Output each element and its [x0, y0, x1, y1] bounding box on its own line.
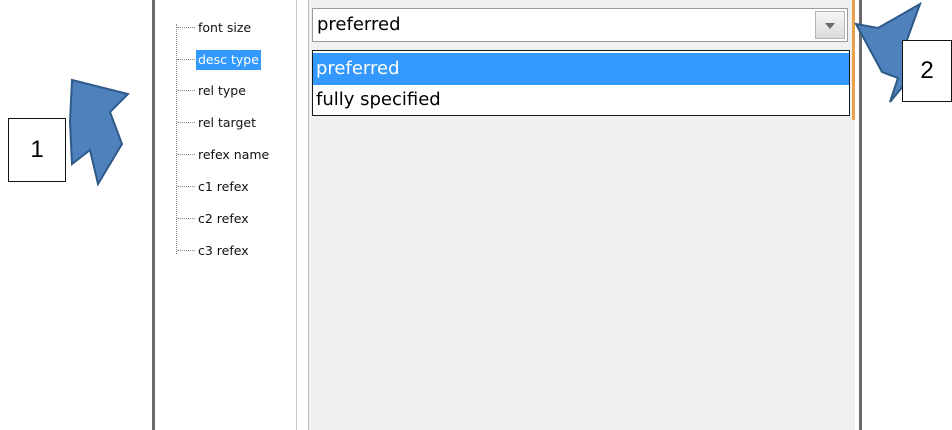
combobox-value: preferred [317, 14, 401, 35]
dropdown-list: preferred fully specified [312, 50, 850, 116]
callout-box-2: 2 [902, 40, 952, 102]
tree-branch [177, 90, 195, 91]
tree-item-c1-refex[interactable]: c1 refex [177, 176, 251, 196]
callout-box-1: 1 [8, 118, 66, 182]
tree-branch [177, 59, 195, 60]
tree-branch [177, 186, 195, 187]
tree-item-refex-name[interactable]: refex name [177, 144, 271, 164]
tree-item-label: desc type [196, 49, 261, 70]
tree-item-rel-target[interactable]: rel target [177, 112, 258, 132]
tree-item-c2-refex[interactable]: c2 refex [177, 208, 251, 228]
tree-item-label: c3 refex [198, 242, 249, 258]
tree-branch [177, 154, 195, 155]
tree-item-desc-type[interactable]: desc type [177, 49, 261, 70]
tree-item-label: c1 refex [198, 178, 249, 194]
option-preferred[interactable]: preferred [313, 53, 849, 85]
desc-type-combobox[interactable]: preferred [312, 8, 848, 42]
tree-item-label: refex name [198, 146, 270, 162]
tree-item-label: font size [198, 19, 252, 35]
callout-label: 1 [30, 136, 44, 163]
tree-branch [177, 250, 195, 251]
tree-item-label: c2 refex [198, 210, 249, 226]
tree-item-label: rel target [198, 114, 257, 130]
dropdown-button[interactable] [815, 11, 845, 39]
tree-item-label: rel type [198, 82, 246, 98]
chevron-down-icon [825, 23, 835, 29]
tree-branch [177, 122, 195, 123]
tree-item-font-size[interactable]: font size [177, 17, 253, 37]
pane-divider[interactable] [296, 0, 297, 430]
tree-branch [177, 218, 195, 219]
arrow-icon [68, 78, 130, 187]
tree-item-rel-type[interactable]: rel type [177, 80, 248, 100]
option-fully-specified[interactable]: fully specified [313, 84, 849, 116]
tree-branch [177, 27, 195, 28]
tree-item-c3-refex[interactable]: c3 refex [177, 240, 251, 260]
callout-label: 2 [920, 57, 934, 84]
